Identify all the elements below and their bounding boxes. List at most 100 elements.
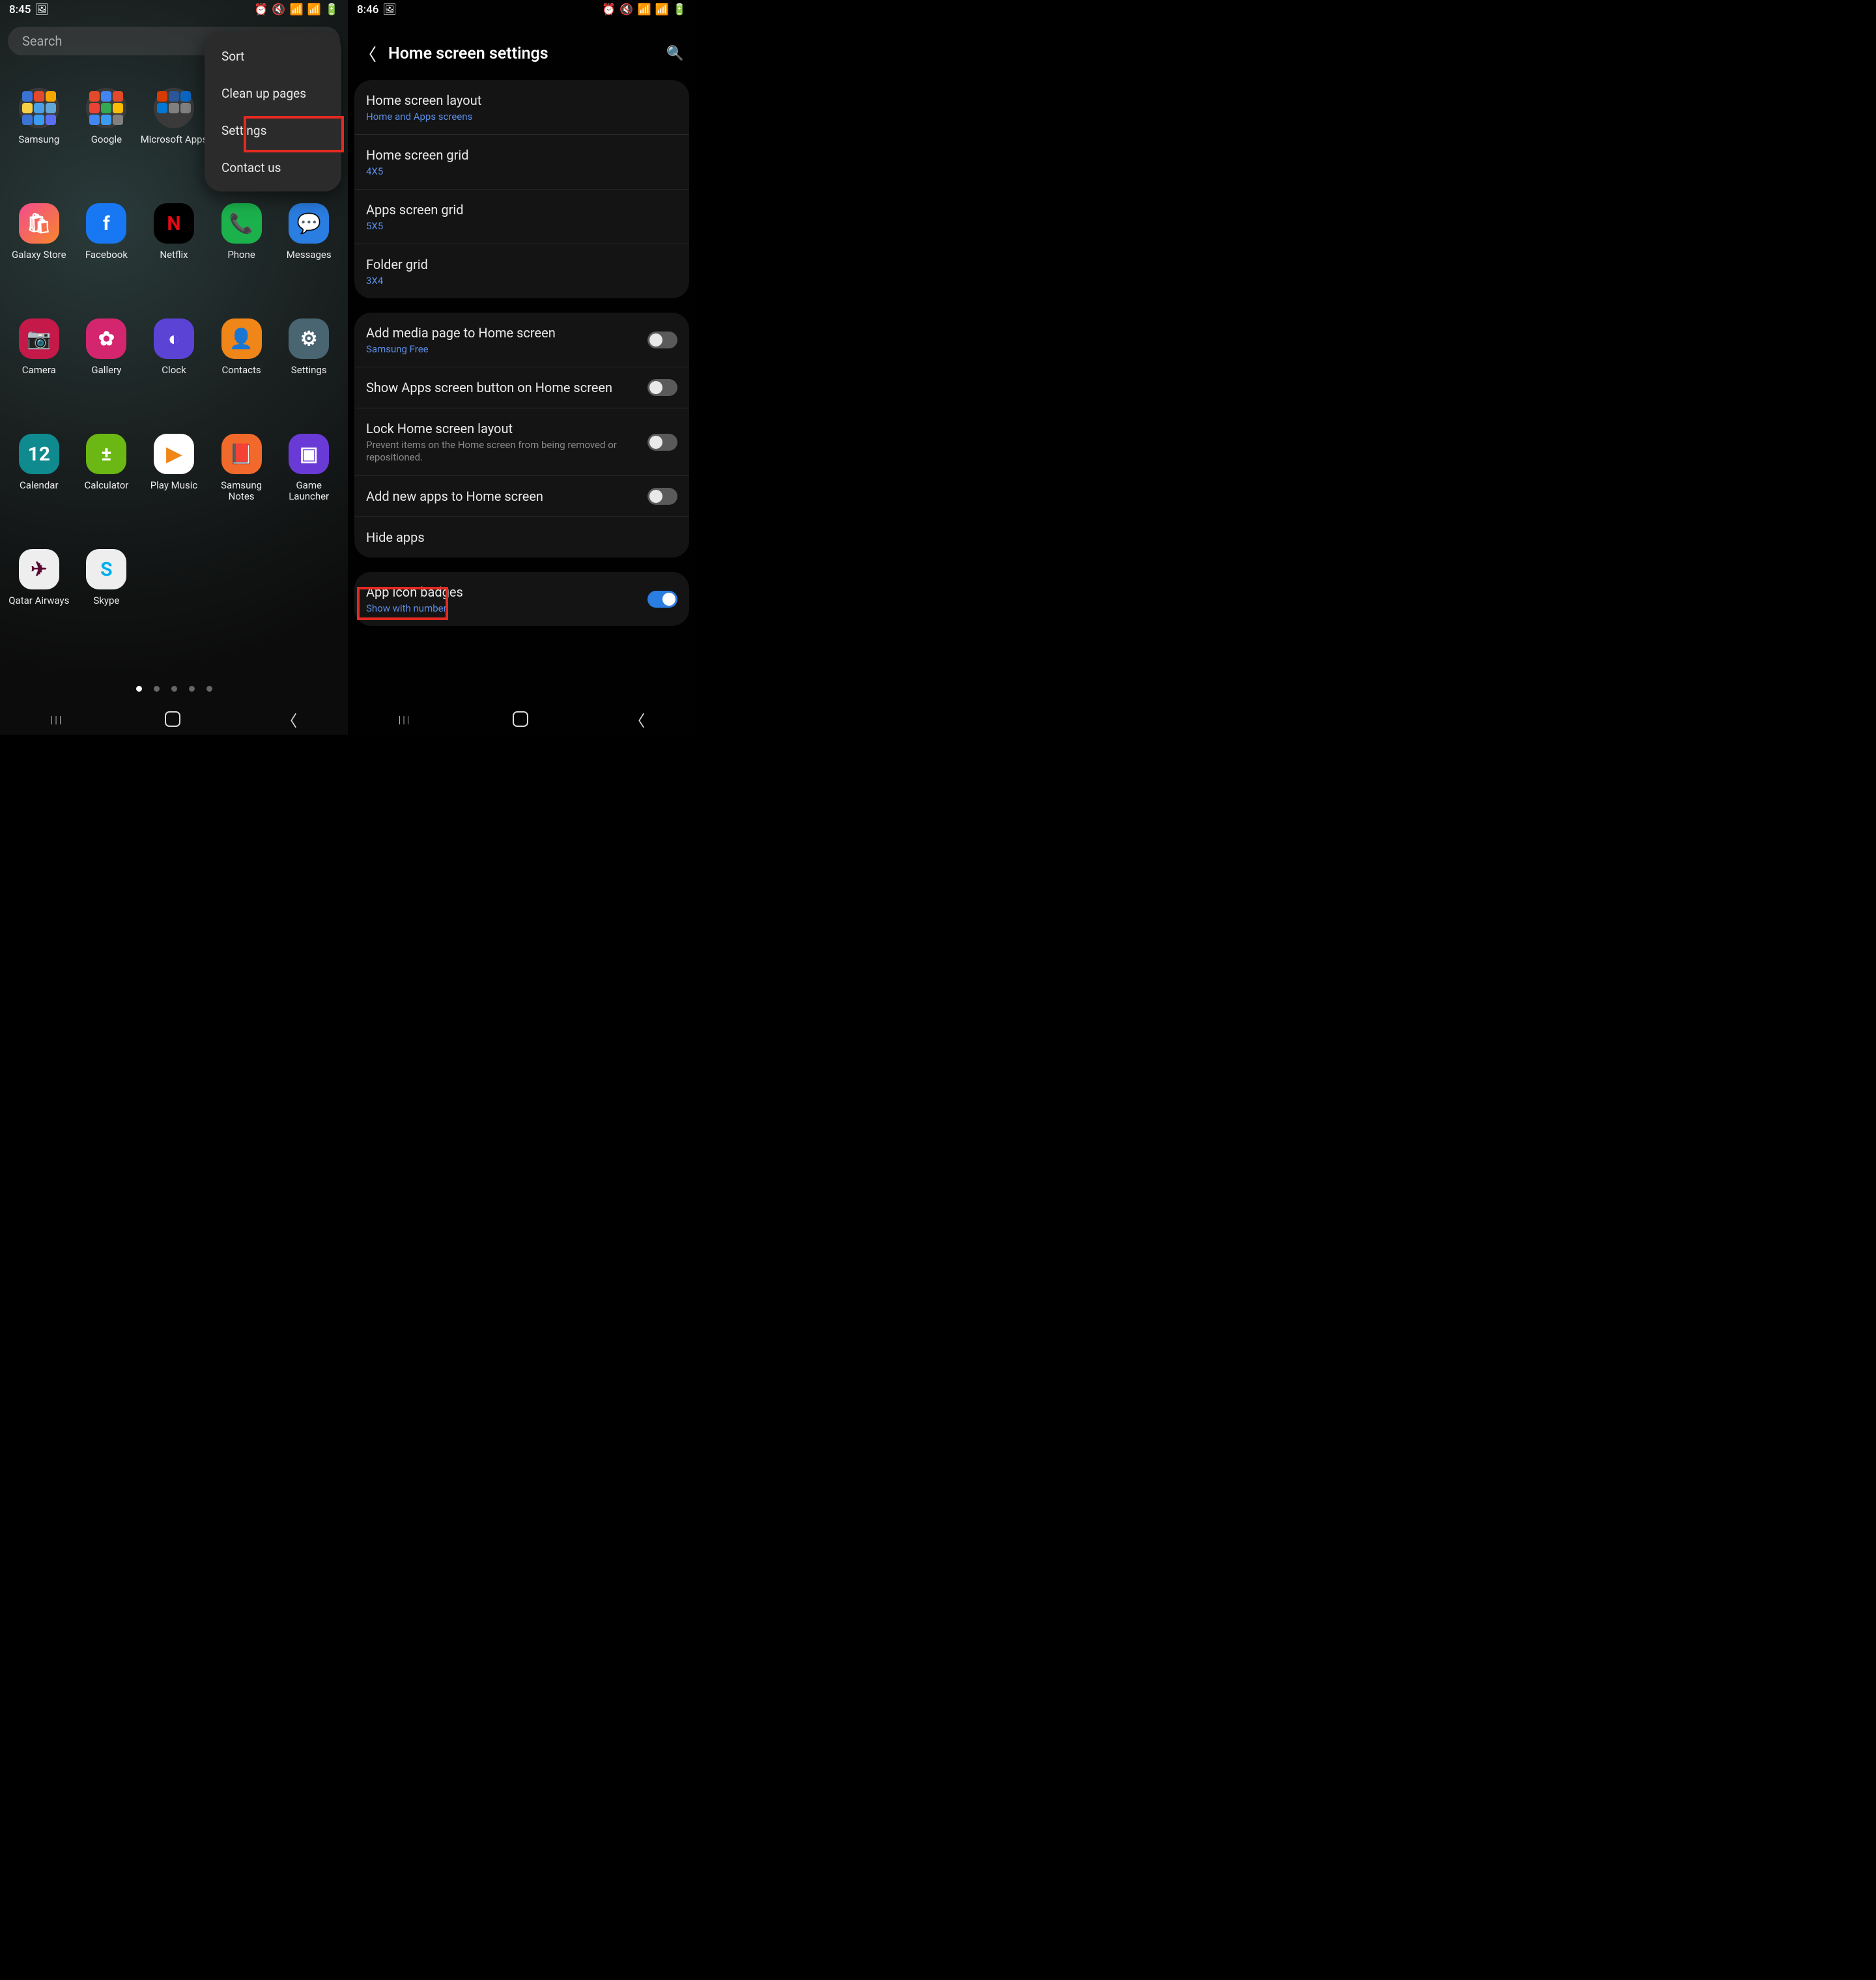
app-clock[interactable]: ◐ Clock [140, 318, 208, 387]
app-icon: ⚙ [289, 318, 329, 359]
page-dot[interactable] [171, 686, 177, 692]
settings-row-apps-screen-grid[interactable]: Apps screen grid5X5 [354, 189, 689, 244]
row-title: Apps screen grid [366, 201, 677, 218]
app-label: Settings [291, 365, 327, 387]
settings-row-home-screen-grid[interactable]: Home screen grid4X5 [354, 134, 689, 189]
app-google[interactable]: Google [73, 88, 141, 156]
row-title: Home screen layout [366, 92, 677, 109]
app-play-music[interactable]: ▶Play Music [140, 434, 208, 502]
app-label: Microsoft Apps [141, 134, 208, 156]
row-title: Lock Home screen layout [366, 420, 647, 437]
toggle-switch[interactable] [647, 332, 677, 348]
back-button[interactable]: 〈 [629, 708, 645, 731]
settings-row-show-apps-screen-button-on-home-screen[interactable]: Show Apps screen button on Home screen [354, 367, 689, 408]
row-subtitle: 3X4 [366, 275, 677, 287]
app-icon: ◐ [154, 318, 194, 359]
settings-header: 〈 Home screen settings 🔍 [348, 20, 696, 80]
app-icon: ▣ [289, 434, 329, 474]
app-game-launcher[interactable]: ▣ Game Launcher [275, 434, 343, 502]
settings-row-folder-grid[interactable]: Folder grid 3X4 [354, 244, 689, 298]
search-icon[interactable]: 🔍 [666, 46, 684, 62]
alarm-icon: ⏰ [254, 3, 268, 16]
toggle-switch[interactable] [647, 591, 677, 608]
app-samsung[interactable]: Samsung [5, 88, 73, 156]
home-button[interactable] [165, 711, 180, 727]
wifi-icon: 📶 [289, 3, 303, 16]
app-facebook[interactable]: fFacebook [73, 203, 141, 272]
app-phone[interactable]: 📞Phone [208, 203, 276, 272]
app-qatar-airways[interactable]: ✈Qatar Airways [5, 549, 73, 617]
row-subtitle: 4X5 [366, 165, 677, 177]
back-button[interactable]: 〈 [281, 708, 297, 731]
app-microsoft-apps[interactable]: Microsoft Apps [140, 88, 208, 156]
app-label: Google [91, 134, 122, 156]
toggle-switch[interactable] [647, 434, 677, 451]
overflow-menu: Sort Clean up pages Settings Contact us [205, 33, 341, 191]
app-calculator[interactable]: ±Calculator [73, 434, 141, 502]
app-icon: ✿ [86, 318, 126, 359]
app-settings[interactable]: ⚙ Settings [275, 318, 343, 387]
app-label: Messages [287, 249, 332, 272]
menu-sort[interactable]: Sort [205, 38, 341, 75]
recents-button[interactable]: ||| [399, 713, 412, 726]
app-messages[interactable]: 💬 Messages [275, 203, 343, 272]
recents-button[interactable]: ||| [51, 713, 64, 726]
toggle-switch[interactable] [647, 488, 677, 505]
page-indicator [0, 686, 348, 692]
back-icon[interactable]: 〈 [360, 42, 377, 66]
app-icon [154, 88, 194, 128]
app-label: Game Launcher [275, 480, 343, 502]
settings-row-add-media-page-to-home-screen[interactable]: Add media page to Home screenSamsung Fre… [354, 313, 689, 367]
app-calendar[interactable]: 12 Calendar [5, 434, 73, 502]
image-icon: 🖼 [35, 3, 49, 16]
mute-icon: 🔇 [619, 3, 633, 16]
app-galaxy-store[interactable]: 🛍Galaxy Store [5, 203, 73, 272]
app-label: Calculator [84, 480, 128, 502]
menu-contact-us[interactable]: Contact us [205, 149, 341, 186]
app-icon [86, 88, 126, 128]
app-icon: 💬 [289, 203, 329, 244]
app-camera[interactable]: 📷Camera [5, 318, 73, 387]
page-dot[interactable] [136, 686, 142, 692]
row-title: Add new apps to Home screen [366, 488, 647, 505]
status-time: 8:46 [357, 3, 378, 16]
app-skype[interactable]: SSkype [73, 549, 141, 617]
signal-icon: 📶 [655, 3, 669, 16]
menu-clean-up-pages[interactable]: Clean up pages [205, 75, 341, 112]
app-icon [19, 88, 59, 128]
app-icon: 📞 [221, 203, 262, 244]
toggle-switch[interactable] [647, 379, 677, 396]
app-label: Calendar [20, 480, 59, 502]
settings-row-hide-apps[interactable]: Hide apps [354, 516, 689, 558]
row-title: Folder grid [366, 256, 677, 273]
settings-row-add-new-apps-to-home-screen[interactable]: Add new apps to Home screen [354, 475, 689, 516]
settings-card-options: Add media page to Home screenSamsung Fre… [354, 313, 689, 558]
app-icon: 📕 [221, 434, 262, 474]
row-description: Prevent items on the Home screen from be… [366, 439, 647, 464]
page-dot[interactable] [206, 686, 212, 692]
page-dot[interactable] [154, 686, 160, 692]
app-icon: 12 [19, 434, 59, 474]
app-label: Galaxy Store [12, 249, 66, 272]
page-title: Home screen settings [388, 44, 666, 63]
settings-row-app-icon-badges[interactable]: App icon badgesShow with number [354, 572, 689, 626]
right-screenshot: 8:46 🖼 ⏰ 🔇 📶 📶 🔋 〈 Home screen settings … [348, 0, 696, 735]
menu-settings[interactable]: Settings [205, 112, 341, 149]
home-button[interactable] [513, 711, 528, 727]
status-time: 8:45 [9, 3, 31, 16]
settings-row-home-screen-layout[interactable]: Home screen layoutHome and Apps screens [354, 80, 689, 134]
page-dot[interactable] [189, 686, 195, 692]
app-contacts[interactable]: 👤Contacts [208, 318, 276, 387]
search-placeholder: Search [22, 33, 62, 49]
app-label: Clock [162, 365, 186, 387]
image-icon: 🖼 [382, 3, 397, 16]
nav-bar: ||| 〈 [0, 703, 348, 735]
app-gallery[interactable]: ✿Gallery [73, 318, 141, 387]
app-icon: N [154, 203, 194, 244]
app-netflix[interactable]: N Netflix [140, 203, 208, 272]
nav-bar: ||| 〈 [348, 703, 696, 735]
alarm-icon: ⏰ [602, 3, 616, 16]
settings-row-lock-home-screen-layout[interactable]: Lock Home screen layout Prevent items on … [354, 408, 689, 475]
app-label: Netflix [160, 249, 188, 272]
app-samsung-notes[interactable]: 📕Samsung Notes [208, 434, 276, 502]
